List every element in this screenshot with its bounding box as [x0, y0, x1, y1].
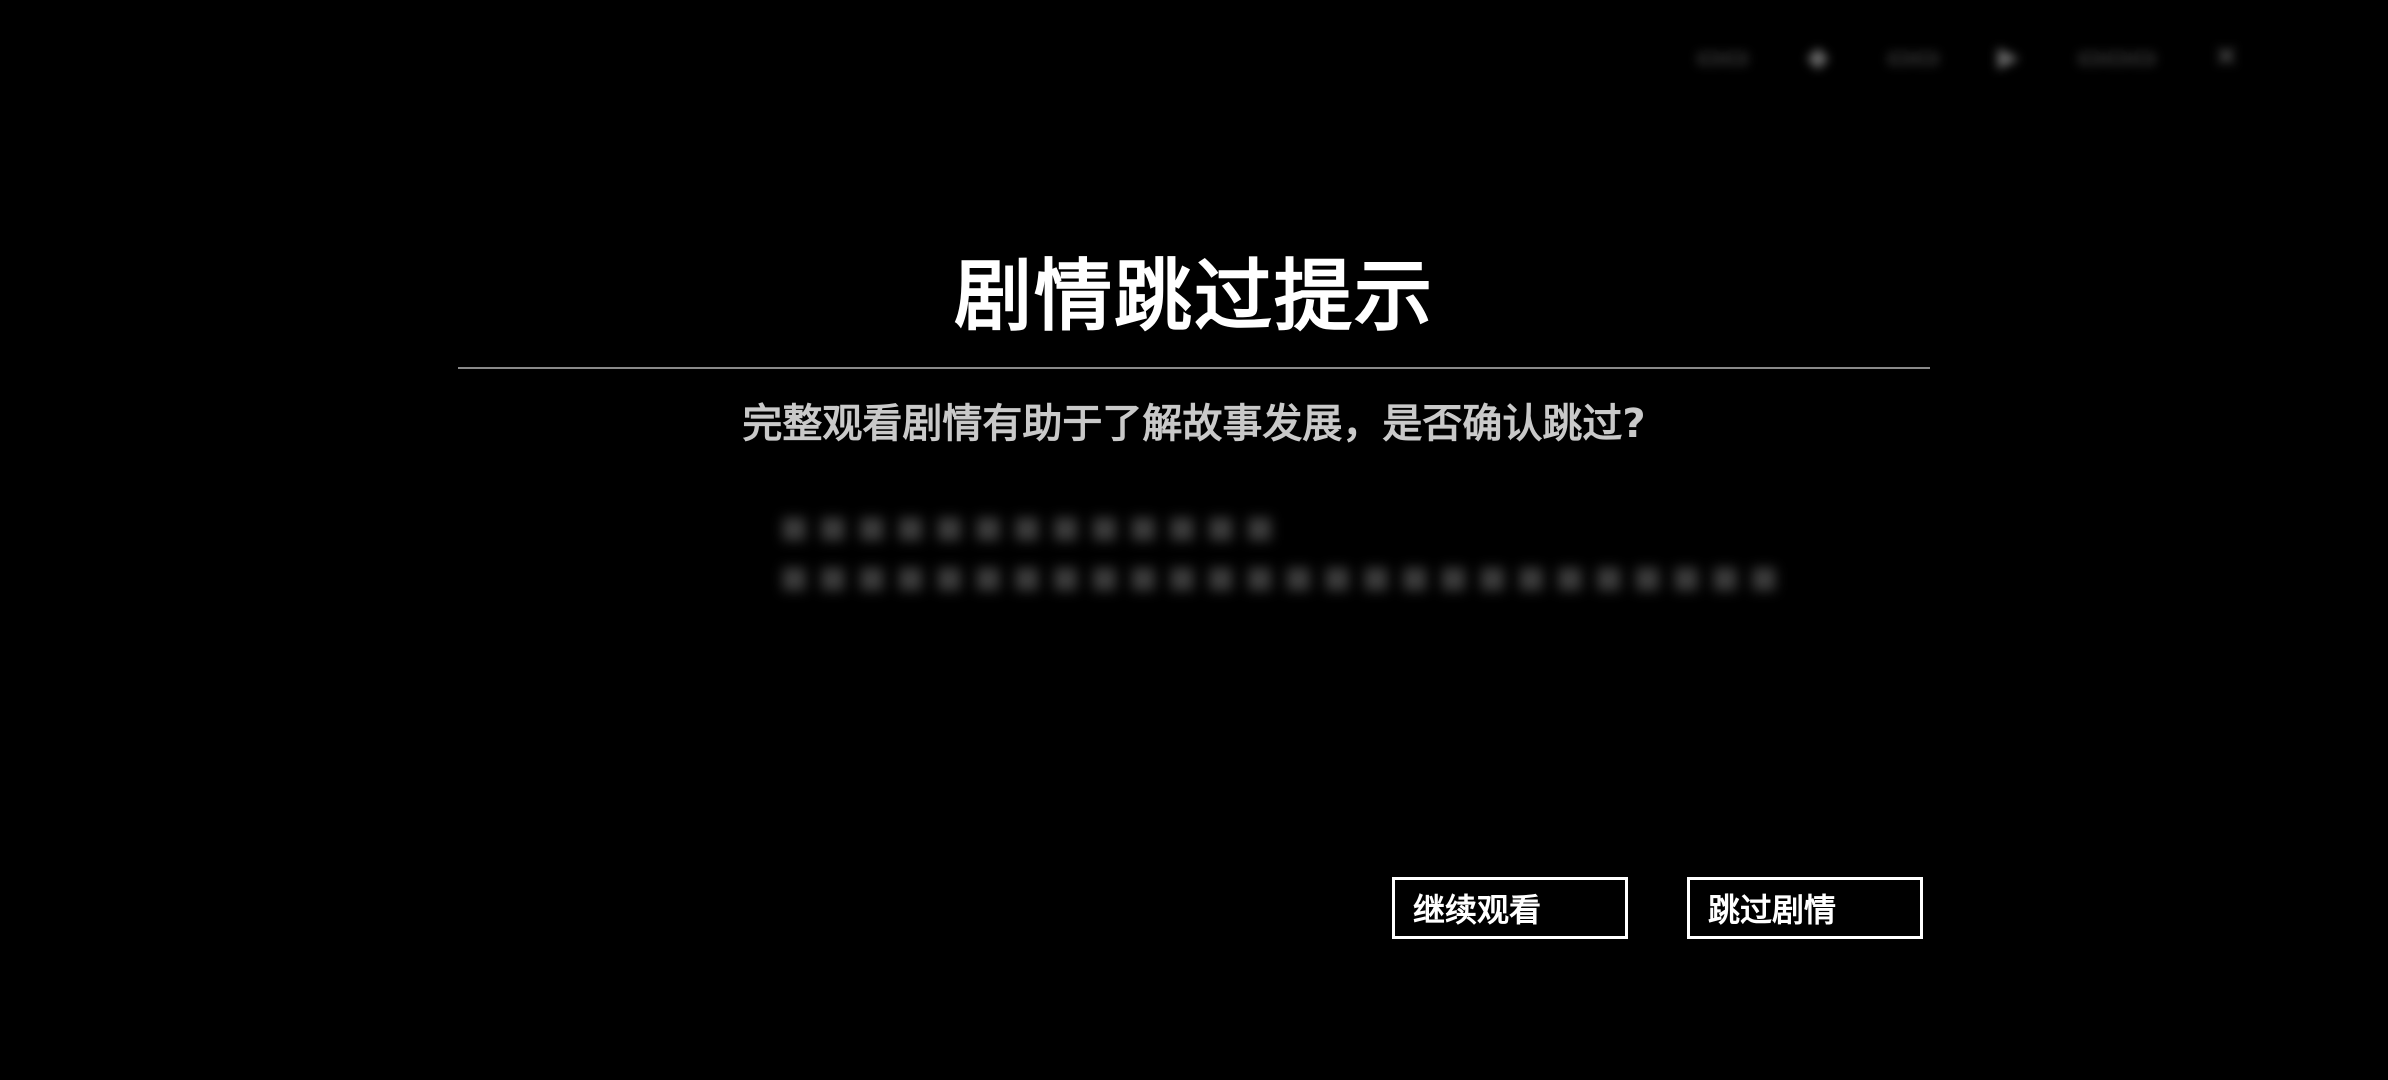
chat-icon: ◆ — [1807, 40, 1829, 73]
dialog-message: 完整观看剧情有助于了解故事发展，是否确认跳过? — [742, 401, 1646, 447]
menu-icon: ▭▭ — [1696, 40, 1750, 73]
skip-story-button[interactable]: 跳过剧情 — [1687, 877, 1923, 939]
menu-icon: ▭▭ — [1886, 40, 1940, 73]
continue-watching-label: 继续观看 — [1413, 891, 1542, 929]
play-icon: ▶ — [1997, 40, 2020, 73]
dialog-title: 剧情跳过提示 — [953, 252, 1434, 342]
background-hud: ▭▭ ◆ ▭▭ ▶ ▭▭▭ ✕ — [1696, 40, 2238, 73]
background-dialogue-line: ■ ■ ■ ■ ■ ■ ■ ■ ■ ■ ■ ■ ■ — [780, 510, 1274, 545]
close-icon: ✕ — [2214, 40, 2238, 73]
menu-icon: ▭▭▭ — [2077, 40, 2157, 73]
title-divider — [458, 367, 1930, 369]
cutscene-screen: ▭▭ ◆ ▭▭ ▶ ▭▭▭ ✕ ■ ■ ■ ■ ■ ■ ■ ■ ■ ■ ■ ■ … — [0, 0, 2388, 1080]
background-dialogue-line: ■ ■ ■ ■ ■ ■ ■ ■ ■ ■ ■ ■ ■ ■ ■ ■ ■ ■ ■ ■ … — [780, 560, 1779, 595]
skip-story-label: 跳过剧情 — [1708, 891, 1837, 929]
continue-watching-button[interactable]: 继续观看 — [1392, 877, 1628, 939]
